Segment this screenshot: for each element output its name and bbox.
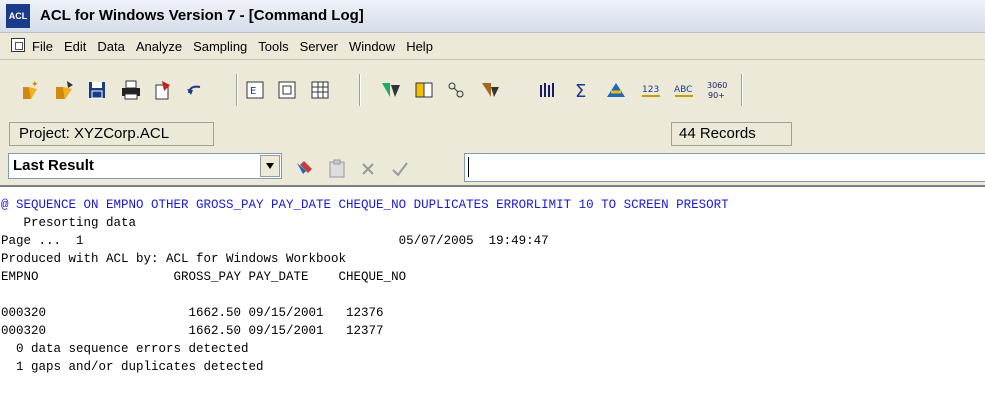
cancel-icon[interactable] xyxy=(358,157,380,179)
menu-file[interactable]: File xyxy=(32,39,53,54)
log-command: @ SEQUENCE ON EMPNO OTHER GROSS_PAY PAY_… xyxy=(1,198,729,212)
log-presort: Presorting data xyxy=(1,216,137,230)
svg-text:E: E xyxy=(250,86,256,97)
new-project-icon[interactable]: ✦ xyxy=(18,78,42,102)
acl-app-icon[interactable]: ACL xyxy=(6,4,30,28)
command-log[interactable]: @ SEQUENCE ON EMPNO OTHER GROSS_PAY PAY_… xyxy=(0,187,985,401)
print-icon[interactable] xyxy=(119,78,143,102)
classify-icon[interactable]: ABC xyxy=(672,78,696,102)
histogram-icon[interactable]: 123 xyxy=(639,78,663,102)
text-caret xyxy=(468,157,469,177)
svg-text:✦: ✦ xyxy=(31,80,39,90)
log-column-header: EMPNO GROSS_PAY PAY_DATE CHEQUE_NO xyxy=(1,270,407,284)
title-bar: ACL ACL for Windows Version 7 - [Command… xyxy=(0,0,985,33)
count-icon[interactable] xyxy=(536,78,560,102)
command-input[interactable] xyxy=(464,153,985,182)
flashlight-icon[interactable] xyxy=(294,157,316,179)
svg-text:Σ: Σ xyxy=(575,81,586,101)
accept-icon[interactable] xyxy=(389,157,411,179)
menu-data[interactable]: Data xyxy=(97,39,124,54)
menu-window[interactable]: Window xyxy=(349,39,395,54)
menu-sampling[interactable]: Sampling xyxy=(193,39,247,54)
stratify-icon[interactable] xyxy=(604,78,628,102)
filter-icon[interactable] xyxy=(379,78,403,102)
open-project-icon[interactable] xyxy=(52,78,76,102)
log-page-line: Page ... 1 05/07/2005 19:49:47 xyxy=(1,234,549,248)
result-selector-value: Last Result xyxy=(13,157,94,174)
toolbar-separator xyxy=(741,74,743,106)
menu-tools[interactable]: Tools xyxy=(258,39,288,54)
view-icon[interactable]: E xyxy=(243,78,267,102)
sequence-icon[interactable] xyxy=(444,78,468,102)
result-selector[interactable]: Last Result xyxy=(8,153,282,179)
menu-analyze[interactable]: Analyze xyxy=(136,39,182,54)
menu-server[interactable]: Server xyxy=(300,39,338,54)
overview-icon[interactable] xyxy=(275,78,299,102)
status-row: Project: XYZCorp.ACL 44 Records xyxy=(0,119,985,149)
main-toolbar: ✦ E Σ 123 ABC 3060 90+ xyxy=(0,60,985,119)
record-count: 44 Records xyxy=(671,122,792,146)
toolbar-separator xyxy=(236,74,238,106)
menu-edit[interactable]: Edit xyxy=(64,39,86,54)
log-row: 000320 1662.50 09/15/2001 12377 xyxy=(1,324,384,338)
svg-text:ABC: ABC xyxy=(674,85,692,95)
find-icon[interactable] xyxy=(412,78,436,102)
duplicates-icon[interactable] xyxy=(478,78,502,102)
log-summary-errors: 0 data sequence errors detected xyxy=(1,342,249,356)
command-row: Last Result xyxy=(0,149,985,187)
save-icon[interactable] xyxy=(85,78,109,102)
document-menu-icon[interactable] xyxy=(11,38,25,52)
table-layout-icon[interactable] xyxy=(308,78,332,102)
log-row: 000320 1662.50 09/15/2001 12376 xyxy=(1,306,384,320)
svg-text:123: 123 xyxy=(642,85,659,95)
svg-text:3060: 3060 xyxy=(707,81,727,90)
svg-text:90+: 90+ xyxy=(708,91,725,100)
log-produced: Produced with ACL by: ACL for Windows Wo… xyxy=(1,252,347,266)
menu-bar: File Edit Data Analyze Sampling Tools Se… xyxy=(0,33,985,60)
undo-icon[interactable] xyxy=(183,78,207,102)
clipboard-icon[interactable] xyxy=(326,157,348,179)
total-icon[interactable]: Σ xyxy=(571,78,595,102)
log-summary-duplicates: 1 gaps and/or duplicates detected xyxy=(1,360,264,374)
menu-help[interactable]: Help xyxy=(406,39,433,54)
toolbar-separator xyxy=(359,74,361,106)
chevron-down-icon[interactable] xyxy=(260,155,280,177)
project-name: Project: XYZCorp.ACL xyxy=(9,122,214,146)
window-title: ACL for Windows Version 7 - [Command Log… xyxy=(40,7,364,24)
edit-icon[interactable] xyxy=(151,78,175,102)
age-icon[interactable]: 3060 90+ xyxy=(705,78,729,102)
